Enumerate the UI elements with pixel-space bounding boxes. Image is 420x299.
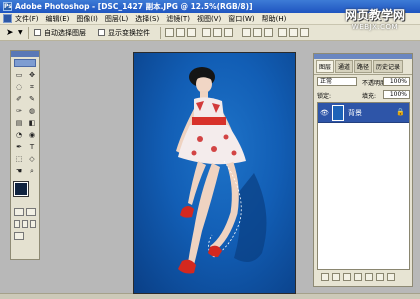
align-hcenter-icon[interactable] <box>213 28 222 37</box>
align-top-icon[interactable] <box>165 28 174 37</box>
layer-style-icon[interactable] <box>332 273 340 281</box>
screen-mode-full-icon[interactable] <box>30 220 36 228</box>
adobe-online-icon[interactable] <box>14 59 36 67</box>
eraser-tool-icon[interactable]: ◔ <box>13 130 25 141</box>
menu-view[interactable]: 视图(V) <box>197 14 221 24</box>
auto-select-layer-label: 自动选择图层 <box>44 29 86 37</box>
watermark-main: 网页教学网 <box>344 8 405 22</box>
photoshop-logo-icon <box>3 14 12 23</box>
history-brush-tool-icon[interactable]: ◧ <box>26 118 38 129</box>
layer-name: 背景 <box>348 109 362 117</box>
menu-select[interactable]: 选择(S) <box>135 14 159 24</box>
photo-image <box>176 67 267 274</box>
layer-row[interactable]: 👁 背景 🔒 <box>318 103 409 123</box>
eye-icon[interactable]: 👁 <box>320 109 329 117</box>
fill-field[interactable]: 100% <box>383 90 410 99</box>
jump-to-imageready-icon[interactable] <box>14 232 24 240</box>
separator <box>28 27 29 39</box>
panel-footer <box>317 271 410 283</box>
menu-filter[interactable]: 滤镜(T) <box>166 14 190 24</box>
align-left-icon[interactable] <box>202 28 211 37</box>
link-layers-icon[interactable] <box>321 273 329 281</box>
chevron-down-icon[interactable]: ▼ <box>18 29 23 36</box>
photoshop-app-icon[interactable]: Ps <box>3 2 12 11</box>
move-tool-icon[interactable]: ✥ <box>26 70 38 81</box>
window-title: Adobe Photoshop - [DSC_1427 副本.JPG @ 12.… <box>15 2 253 11</box>
new-layer-icon[interactable] <box>376 273 384 281</box>
tab-history[interactable]: 历史记录 <box>373 60 404 73</box>
layer-set-icon[interactable] <box>354 273 362 281</box>
distribute-top-icon[interactable] <box>242 28 251 37</box>
watermark-sub: WEBJX.COM <box>351 23 399 31</box>
adjustment-layer-icon[interactable] <box>365 273 373 281</box>
show-transform-label: 显示变换控件 <box>108 29 150 37</box>
layer-thumbnail <box>332 105 344 121</box>
quick-mask-mode-icon[interactable] <box>26 208 36 216</box>
menu-image[interactable]: 图像(I) <box>76 14 98 24</box>
distribute-right-icon[interactable] <box>300 28 309 37</box>
align-bottom-icon[interactable] <box>187 28 196 37</box>
type-tool-icon[interactable]: T <box>26 142 38 153</box>
layer-list: 👁 背景 🔒 <box>317 102 410 270</box>
distribute-bottom-icon[interactable] <box>264 28 273 37</box>
lock-icon: 🔒 <box>396 108 405 116</box>
standard-mode-icon[interactable] <box>14 208 24 216</box>
hand-tool-icon[interactable]: ☚ <box>13 166 25 177</box>
fill-label: 填充: <box>362 93 377 100</box>
menu-edit[interactable]: 编辑(E) <box>46 14 70 24</box>
path-selection-tool-icon[interactable]: ⬚ <box>13 154 25 165</box>
toolbox: ▭ ✥ ◌ ⌗ ✐ ✎ ✑ ◍ ▤ ◧ ◔ ◉ ✒ T ⬚ ◇ ☚ ⌕ <box>10 50 40 260</box>
document-canvas[interactable] <box>133 52 296 294</box>
distribute-vcenter-icon[interactable] <box>253 28 262 37</box>
clone-stamp-tool-icon[interactable]: ▤ <box>13 118 25 129</box>
move-tool-preset-icon[interactable]: ➤ <box>6 28 14 38</box>
crop-tool-icon[interactable]: ✐ <box>13 94 25 105</box>
layers-panel: 图层 通道 路径 历史记录 正常 不透明度: 100% 锁定: 填充: 100%… <box>313 53 413 287</box>
tab-layers[interactable]: 图层 <box>316 60 335 73</box>
distribute-hcenter-icon[interactable] <box>289 28 298 37</box>
lock-label: 锁定: <box>317 93 332 100</box>
menu-window[interactable]: 窗口(W) <box>228 14 254 24</box>
marquee-tool-icon[interactable]: ▭ <box>13 70 25 81</box>
tab-channels[interactable]: 通道 <box>335 60 354 73</box>
screen-mode-full-menu-icon[interactable] <box>22 220 28 228</box>
show-transform-checkbox[interactable] <box>98 29 105 36</box>
screen-mode-standard-icon[interactable] <box>14 220 20 228</box>
menu-help[interactable]: 帮助(H) <box>262 14 287 24</box>
menu-file[interactable]: 文件(F) <box>15 14 39 24</box>
slice-tool-icon[interactable]: ✎ <box>26 94 38 105</box>
watermark: 网页教学网 WEBJX.COM <box>338 6 412 36</box>
pen-tool-icon[interactable]: ✒ <box>13 142 25 153</box>
lasso-tool-icon[interactable]: ◌ <box>13 82 25 93</box>
healing-brush-tool-icon[interactable]: ✑ <box>13 106 25 117</box>
zoom-tool-icon[interactable]: ⌕ <box>26 166 38 177</box>
magic-wand-tool-icon[interactable]: ⌗ <box>26 82 38 93</box>
separator <box>160 27 161 39</box>
color-swatches <box>11 180 39 206</box>
layer-mask-icon[interactable] <box>343 273 351 281</box>
align-right-icon[interactable] <box>224 28 233 37</box>
foreground-color-swatch[interactable] <box>13 181 29 197</box>
distribute-left-icon[interactable] <box>278 28 287 37</box>
align-vcenter-icon[interactable] <box>176 28 185 37</box>
auto-select-layer-checkbox[interactable] <box>34 29 41 36</box>
gradient-tool-icon[interactable]: ◉ <box>26 130 38 141</box>
shape-tool-icon[interactable]: ◇ <box>26 154 38 165</box>
menu-layer[interactable]: 图层(L) <box>105 14 128 24</box>
tab-paths[interactable]: 路径 <box>354 60 373 73</box>
blend-mode-select[interactable]: 正常 <box>317 77 357 86</box>
brush-tool-icon[interactable]: ◍ <box>26 106 38 117</box>
toolbox-title-bar[interactable] <box>11 51 39 57</box>
trash-icon[interactable] <box>387 273 395 281</box>
opacity-field[interactable]: 100% <box>383 77 410 86</box>
